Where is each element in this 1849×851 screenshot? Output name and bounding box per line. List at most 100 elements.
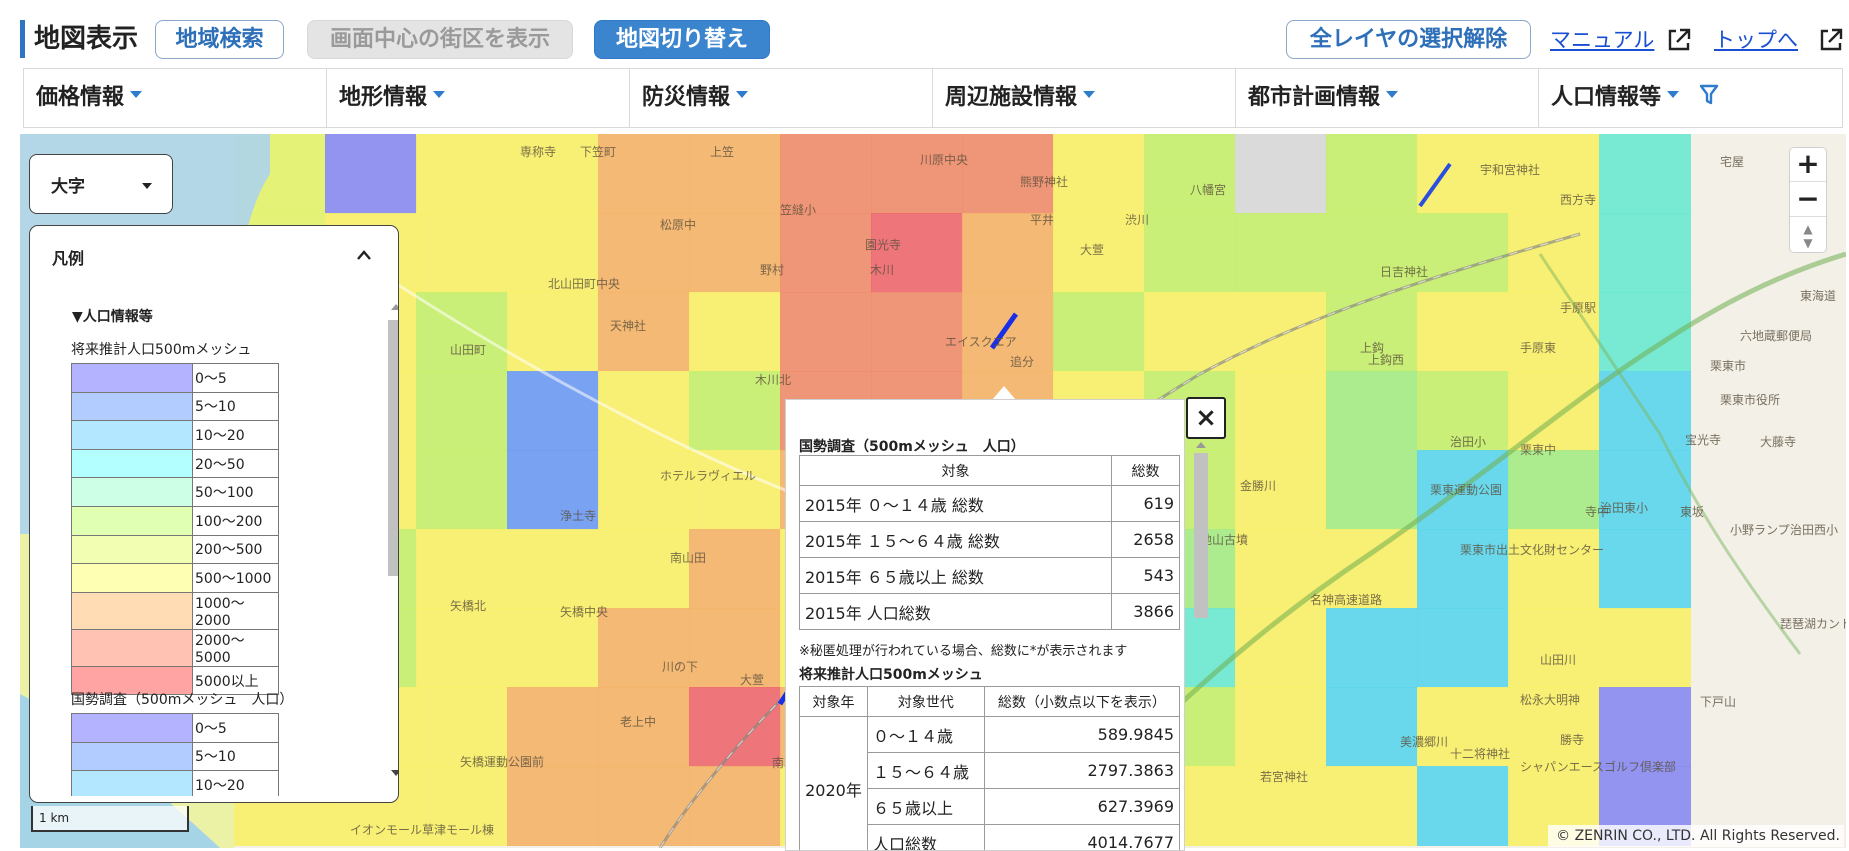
mesh-cell[interactable] — [689, 134, 781, 214]
mesh-cell[interactable] — [1144, 134, 1236, 214]
scroll-up-arrow-icon[interactable] — [1196, 442, 1206, 448]
external-link-icon[interactable] — [1666, 27, 1692, 53]
popup-scroll-thumb[interactable] — [1194, 453, 1208, 618]
menu-terrain-info[interactable]: 地形情報 — [327, 69, 630, 127]
mesh-cell[interactable] — [689, 687, 781, 767]
mesh-cell[interactable] — [1417, 292, 1509, 372]
mesh-cell[interactable] — [1144, 292, 1236, 372]
map-switch-button[interactable]: 地図切り替え — [594, 20, 770, 59]
legend-scroll-area[interactable]: ▼人口情報等 将来推計人口500mメッシュ 0～5 5～10 10～20 20～50 5… — [30, 296, 375, 796]
zoom-out-button[interactable]: − — [1790, 183, 1826, 217]
mesh-cell[interactable] — [1326, 687, 1418, 767]
mesh-cell[interactable] — [1417, 766, 1509, 846]
legend-scroll-thumb[interactable] — [388, 320, 398, 576]
mesh-cell[interactable] — [1053, 292, 1145, 372]
external-link-icon[interactable] — [1818, 27, 1844, 53]
mesh-cell[interactable] — [598, 450, 690, 530]
mesh-cell[interactable] — [1235, 213, 1327, 293]
mesh-cell[interactable] — [416, 371, 508, 451]
mesh-cell[interactable] — [871, 292, 963, 372]
mesh-cell[interactable] — [507, 766, 599, 846]
clear-all-layers-button[interactable]: 全レイヤの選択解除 — [1286, 20, 1531, 59]
legend-row: 10～20 — [71, 770, 279, 796]
table-row: 2020年 ０～１４歳 589.9845 — [799, 716, 1181, 850]
mesh-cell[interactable] — [689, 529, 781, 609]
compass-icon[interactable]: ▲ ▼ — [1790, 218, 1826, 252]
mesh-cell[interactable] — [1417, 608, 1509, 688]
menu-price-info[interactable]: 価格情報 — [24, 69, 327, 127]
mesh-cell[interactable] — [1508, 608, 1600, 688]
menu-disaster-info[interactable]: 防災情報 — [630, 69, 933, 127]
mesh-cell[interactable] — [1235, 687, 1327, 767]
mesh-cell[interactable] — [1326, 608, 1418, 688]
menu-population-info[interactable]: 人口情報等 — [1539, 69, 1842, 127]
mesh-cell[interactable] — [325, 134, 417, 214]
popup-scrollbar[interactable] — [1193, 440, 1209, 851]
mesh-cell[interactable] — [1235, 292, 1327, 372]
mesh-cell[interactable] — [416, 213, 508, 293]
mesh-cell[interactable] — [598, 608, 690, 688]
area-level-select[interactable]: 大字 — [29, 154, 173, 214]
mesh-cell[interactable] — [1599, 450, 1691, 530]
mesh-cell[interactable] — [1053, 134, 1145, 214]
menu-nearby-facilities[interactable]: 周辺施設情報 — [933, 69, 1236, 127]
mesh-cell[interactable] — [1417, 529, 1509, 609]
filter-icon[interactable] — [1699, 84, 1719, 106]
mesh-cell[interactable] — [598, 529, 690, 609]
map-place-label: 浄土寺 — [560, 509, 596, 523]
mesh-cell[interactable] — [962, 292, 1054, 372]
mesh-cell[interactable] — [416, 529, 508, 609]
show-center-block-button[interactable]: 画面中心の街区を表示 — [307, 20, 573, 59]
mesh-cell[interactable] — [1326, 371, 1418, 451]
map-place-label: 十二将神社 — [1450, 746, 1510, 761]
mesh-cell[interactable] — [1599, 134, 1691, 214]
mesh-cell[interactable] — [1599, 529, 1691, 609]
mesh-cell[interactable] — [1235, 371, 1327, 451]
mesh-cell[interactable] — [780, 292, 872, 372]
mesh-cell[interactable] — [962, 134, 1054, 214]
mesh-cell[interactable] — [689, 766, 781, 846]
mesh-cell[interactable] — [780, 134, 872, 214]
manual-link[interactable]: マニュアル — [1550, 27, 1654, 53]
mesh-cell[interactable] — [871, 213, 963, 293]
mesh-cell[interactable] — [1326, 450, 1418, 530]
mesh-cell[interactable] — [416, 608, 508, 688]
row-value: 2797.3863 — [983, 752, 1181, 789]
mesh-cell[interactable] — [507, 529, 599, 609]
mesh-cell[interactable] — [1144, 213, 1236, 293]
mesh-cell[interactable] — [507, 608, 599, 688]
close-icon[interactable]: × — [1186, 397, 1226, 439]
mesh-cell[interactable] — [1508, 371, 1600, 451]
mesh-cell[interactable] — [416, 134, 508, 214]
legend-scrollbar[interactable] — [388, 304, 398, 784]
area-search-button[interactable]: 地域検索 — [155, 20, 284, 59]
mesh-cell[interactable] — [689, 450, 781, 530]
row-value: 589.9845 — [983, 716, 1181, 753]
top-link[interactable]: トップへ — [1714, 27, 1798, 53]
mesh-cell[interactable] — [1599, 687, 1691, 767]
menu-city-planning[interactable]: 都市計画情報 — [1236, 69, 1539, 127]
mesh-cell[interactable] — [1326, 213, 1418, 293]
mesh-cell[interactable] — [1599, 608, 1691, 688]
mesh-cell[interactable] — [507, 371, 599, 451]
scroll-up-arrow-icon[interactable] — [391, 304, 398, 310]
mesh-cell[interactable] — [1326, 134, 1418, 214]
mesh-cell[interactable] — [1235, 134, 1327, 214]
mesh-cell[interactable] — [689, 608, 781, 688]
chevron-up-icon[interactable] — [356, 249, 372, 261]
mesh-cell[interactable] — [1417, 213, 1509, 293]
map-place-label: 琵琶湖カントリー — [1780, 616, 1846, 631]
mesh-cell[interactable] — [780, 213, 872, 293]
mesh-cell[interactable] — [1326, 766, 1418, 846]
mesh-cell[interactable] — [689, 213, 781, 293]
mesh-cell[interactable] — [1508, 529, 1600, 609]
zoom-in-button[interactable]: + — [1790, 148, 1826, 182]
mesh-cell[interactable] — [689, 292, 781, 372]
mesh-cell[interactable] — [1508, 213, 1600, 293]
map-place-label: ホテルラヴィエル — [660, 468, 756, 483]
mesh-cell[interactable] — [1599, 213, 1691, 293]
scroll-down-arrow-icon[interactable] — [391, 770, 398, 776]
mesh-cell[interactable] — [598, 766, 690, 846]
mesh-cell[interactable] — [416, 450, 508, 530]
mesh-cell[interactable] — [871, 134, 963, 214]
